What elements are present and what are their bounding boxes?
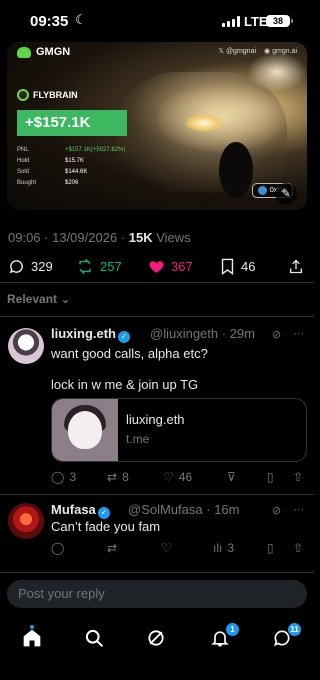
website-text: ◉ gmgn.ai: [264, 48, 297, 55]
nav-notifications[interactable]: 1: [210, 623, 239, 650]
nav-home[interactable]: [22, 625, 44, 650]
share-icon: ⇧: [293, 541, 304, 555]
reply-author-handle: @liuxingeth · 29m: [150, 326, 255, 341]
messages-badge: 11: [288, 623, 301, 636]
more-options-icon[interactable]: ···: [293, 504, 304, 517]
comment-icon: [9, 259, 23, 273]
link-domain: t.me: [126, 432, 150, 446]
link-preview-card[interactable]: liuxing.eth t.me: [51, 398, 307, 462]
home-icon: [23, 629, 41, 647]
reply-author-name[interactable]: liuxing.eth ✓: [51, 326, 130, 343]
divider: [0, 572, 314, 573]
avatar[interactable]: [8, 503, 44, 539]
repost-button[interactable]: 257: [76, 258, 122, 275]
stat-row: Bought $206: [17, 179, 79, 186]
reply-button[interactable]: 329: [8, 258, 53, 275]
reply-actions: ◯ ⇄ ♡ ılı 3 ▯ ⇧: [51, 541, 307, 557]
token-label: FLYBRAIN: [17, 89, 78, 101]
share-button[interactable]: ⇧: [293, 541, 303, 555]
media-socials: 𝕏 @gmgnai ◉ gmgn.ai: [218, 47, 297, 55]
reply-top-icons: ⊘ ···: [272, 504, 304, 517]
repost-icon: [79, 258, 91, 274]
focus-moon-icon: ☾: [75, 12, 87, 27]
grok-icon[interactable]: ⊘: [272, 328, 281, 341]
repost-button[interactable]: ⇄ 8: [107, 470, 129, 484]
cellular-signal-icon: [222, 16, 240, 27]
grok-icon[interactable]: ⊘: [272, 504, 281, 517]
divider: [0, 282, 314, 283]
network-label: LTE: [244, 14, 268, 29]
bookmark-button[interactable]: ▯: [267, 470, 274, 484]
verified-badge-icon: ✓: [97, 507, 110, 519]
wallet-avatar-icon: [257, 186, 267, 195]
bookmark-icon: ▯: [267, 470, 274, 484]
reply-button[interactable]: ◯ 3: [51, 470, 76, 484]
like-button[interactable]: ♡: [161, 541, 172, 555]
bookmark-icon: ▯: [267, 541, 274, 555]
token-icon: [17, 89, 29, 101]
tweet-meta: 09:06 · 13/09/2026 · 15K Views: [8, 230, 191, 245]
views-chart-icon: ılı: [213, 541, 223, 555]
heart-icon: ♡: [161, 541, 172, 555]
views-button[interactable]: ılı 3: [213, 541, 234, 555]
link-thumbnail: [52, 399, 118, 461]
avatar[interactable]: [8, 328, 44, 364]
x-handle-text: 𝕏 @gmgnai: [218, 48, 257, 55]
status-time: 09:35: [30, 13, 69, 30]
verified-badge-icon: ✓: [118, 331, 130, 343]
heart-icon: ♡: [163, 470, 174, 484]
reply-text-line: lock in w me & join up TG: [51, 377, 199, 392]
divider: [0, 494, 314, 495]
pnl-stats: PNL +$157.1K(+5027.82%) Hold $15.7K Sold $1…: [17, 144, 125, 188]
edit-image-icon[interactable]: ✎: [275, 183, 297, 205]
reply-actions: ◯ 3 ⇄ 8 ♡ 46 ⊽ ▯ ⇧: [51, 470, 307, 486]
stat-row: Hold $15.7K: [17, 157, 85, 164]
link-title: liuxing.eth: [126, 412, 185, 427]
stat-row: Sold $144.6K: [17, 168, 88, 175]
reply-input[interactable]: Post your reply: [7, 580, 307, 608]
more-options-icon[interactable]: ···: [293, 328, 304, 341]
status-bar: 09:35 ☾ LTE 38: [0, 0, 314, 42]
reply-author-handle: @SolMufasa · 16m: [128, 502, 240, 517]
like-button[interactable]: ♡ 46: [163, 470, 192, 484]
gmgn-logo: GMGN: [17, 46, 70, 58]
thumbs-down-icon: ⊽: [227, 470, 236, 484]
share-icon: ⇧: [293, 470, 304, 484]
nav-search[interactable]: [84, 628, 106, 650]
tweet-media-image[interactable]: GMGN 𝕏 @gmgnai ◉ gmgn.ai FLYBRAIN +$157.…: [7, 42, 307, 210]
share-button[interactable]: [288, 258, 304, 275]
stat-row: PNL +$157.1K(+5027.82%): [17, 146, 126, 153]
bookmark-button[interactable]: ▯: [267, 541, 274, 555]
bottom-nav: 1 11: [0, 616, 314, 680]
divider: [0, 316, 314, 317]
search-icon: [85, 629, 104, 648]
reply-button[interactable]: ◯: [51, 541, 64, 555]
heart-filled-icon: [149, 260, 164, 273]
repost-icon: ⇄: [107, 470, 118, 484]
repost-icon: ⇄: [107, 541, 118, 555]
notifications-badge: 1: [226, 623, 239, 636]
reply-sort-dropdown[interactable]: Relevant ⌄: [7, 292, 70, 306]
battery-icon: 38: [266, 15, 293, 27]
repost-button[interactable]: ⇄: [107, 541, 117, 555]
share-icon: [290, 259, 302, 273]
like-button[interactable]: 367: [148, 258, 193, 275]
reply-text: Can’t fade you fam: [51, 519, 161, 534]
nav-grok[interactable]: [146, 628, 168, 650]
dislike-button[interactable]: ⊽: [227, 470, 236, 484]
reply-author-name[interactable]: Mufasa ✓: [51, 502, 110, 519]
bookmark-button[interactable]: 46: [220, 258, 255, 275]
share-button[interactable]: ⇧: [293, 470, 303, 484]
comment-icon: ◯: [51, 541, 65, 555]
frog-logo-icon: [17, 46, 31, 58]
grok-icon: [148, 630, 164, 646]
comment-icon: ◯: [51, 470, 65, 484]
tweet-actions: 329 257 367 46: [8, 256, 308, 276]
reply-text-line: want good calls, alpha etc?: [51, 346, 208, 361]
reply-top-icons: ⊘ ···: [272, 328, 304, 341]
nav-messages[interactable]: 11: [272, 623, 301, 650]
gmgn-brand-text: GMGN: [36, 46, 71, 58]
bookmark-icon: [221, 258, 234, 275]
pnl-headline: +$157.1K: [17, 110, 127, 136]
